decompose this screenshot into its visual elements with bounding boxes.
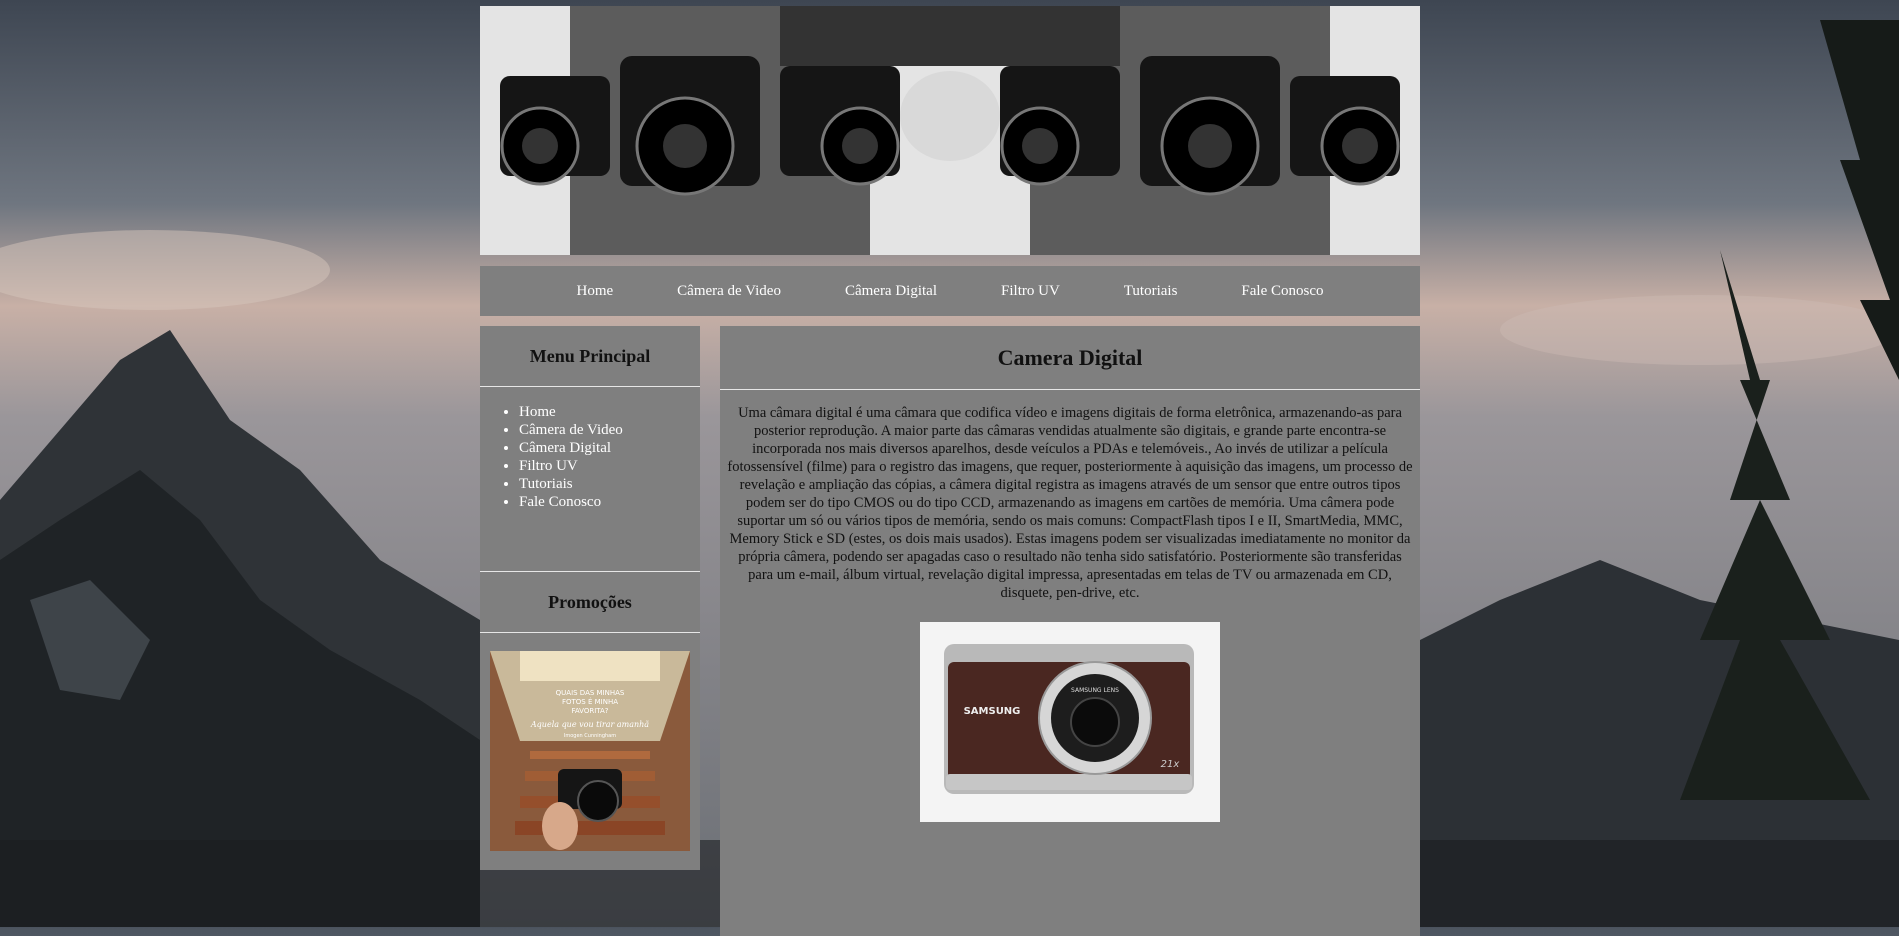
nav-tutoriais[interactable]: Tutoriais bbox=[1124, 283, 1178, 300]
page-title: Camera Digital bbox=[997, 344, 1143, 370]
camera-brand: SAMSUNG bbox=[964, 706, 1021, 717]
promo-text-line3: FAVORITA? bbox=[571, 707, 608, 715]
sidebar-link-tutoriais[interactable]: Tutoriais bbox=[519, 476, 573, 492]
promo-text-quote: Aquela que vou tirar amanhã bbox=[530, 720, 649, 729]
sidebar: Menu Principal Home Câmera de Video Câme… bbox=[480, 326, 700, 870]
nav-camera-video[interactable]: Câmera de Video bbox=[677, 283, 781, 300]
sidebar-link-home[interactable]: Home bbox=[519, 404, 556, 420]
camera-photo: SAMSUNG LENS SAMSUNG 21x bbox=[920, 622, 1220, 822]
sidebar-item-filtro-uv: Filtro UV bbox=[519, 457, 700, 475]
nav-filtro-uv[interactable]: Filtro UV bbox=[1001, 283, 1060, 300]
sidebar-item-tutoriais: Tutoriais bbox=[519, 475, 700, 493]
nav-camera-digital[interactable]: Câmera Digital bbox=[845, 283, 937, 300]
promo-image[interactable]: QUAIS DAS MINHAS FOTOS É MINHA FAVORITA?… bbox=[490, 651, 690, 851]
sidebar-link-filtro-uv[interactable]: Filtro UV bbox=[519, 458, 578, 474]
main-content: Camera Digital Uma câmara digital é uma … bbox=[720, 326, 1420, 936]
sidebar-link-fale-conosco[interactable]: Fale Conosco bbox=[519, 494, 601, 510]
promo-text-line1: QUAIS DAS MINHAS bbox=[556, 689, 625, 697]
promo-text-author: Imogen Cunningham bbox=[564, 733, 616, 739]
sidebar-item-fale-conosco: Fale Conosco bbox=[519, 493, 700, 511]
sidebar-menu-header: Menu Principal bbox=[480, 326, 700, 387]
nav-home[interactable]: Home bbox=[576, 283, 613, 300]
sidebar-item-camera-digital: Câmera Digital bbox=[519, 439, 700, 457]
sidebar-link-camera-video[interactable]: Câmera de Video bbox=[519, 422, 623, 438]
sidebar-promo-header: Promoções bbox=[480, 571, 700, 633]
camera-lens-text: SAMSUNG LENS bbox=[1071, 687, 1119, 694]
header-banner bbox=[480, 6, 1420, 255]
top-nav: Home Câmera de Video Câmera Digital Filt… bbox=[480, 266, 1420, 316]
sidebar-item-home: Home bbox=[519, 403, 700, 421]
sidebar-menu-title: Menu Principal bbox=[529, 345, 651, 366]
sidebar-link-camera-digital[interactable]: Câmera Digital bbox=[519, 440, 611, 456]
article-body: Uma câmara digital é uma câmara que codi… bbox=[727, 405, 1413, 601]
sidebar-menu-list: Home Câmera de Video Câmera Digital Filt… bbox=[480, 403, 700, 511]
banner-cameras-image bbox=[480, 6, 1420, 255]
sidebar-promo-title: Promoções bbox=[548, 591, 632, 612]
promo-text-line2: FOTOS É MINHA bbox=[562, 697, 618, 706]
camera-zoom: 21x bbox=[1161, 759, 1180, 770]
main-title-bar: Camera Digital bbox=[720, 326, 1420, 390]
nav-fale-conosco[interactable]: Fale Conosco bbox=[1241, 283, 1323, 300]
sidebar-item-camera-video: Câmera de Video bbox=[519, 421, 700, 439]
